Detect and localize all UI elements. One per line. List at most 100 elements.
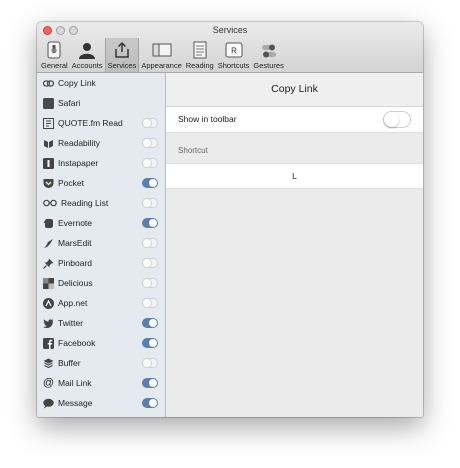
sidebar-item-label: Facebook bbox=[58, 338, 96, 348]
show-in-toolbar-label: Show in toolbar bbox=[178, 114, 237, 124]
toolbar-shortcuts[interactable]: R Shortcuts bbox=[216, 38, 252, 72]
toolbar-label: General bbox=[41, 61, 68, 70]
appearance-layout-icon bbox=[152, 41, 172, 59]
sidebar-item-mail-link[interactable]: @ Mail Link bbox=[37, 373, 165, 393]
toolbar-services[interactable]: Services bbox=[104, 38, 140, 72]
toggle-knob bbox=[149, 319, 157, 327]
services-sidebar: Copy Link Safari QUOTE.fm Read Readabili… bbox=[37, 73, 166, 417]
sidebar-item-label: Instapaper bbox=[58, 158, 99, 168]
toolbar-reading[interactable]: Reading bbox=[184, 38, 216, 72]
general-switch-icon bbox=[44, 41, 64, 59]
toggle-knob bbox=[149, 179, 157, 187]
service-toggle[interactable] bbox=[142, 318, 158, 328]
sidebar-item-label: Mail Link bbox=[58, 378, 92, 388]
show-in-toolbar-toggle[interactable] bbox=[383, 111, 411, 128]
delicious-icon bbox=[43, 277, 54, 289]
show-in-toolbar-row: Show in toolbar bbox=[166, 107, 423, 133]
detail-title: Copy Link bbox=[166, 73, 423, 107]
message-bubble-icon bbox=[43, 398, 54, 409]
window-title: Services bbox=[212, 25, 248, 35]
sidebar-item-instapaper[interactable]: Instapaper bbox=[37, 153, 165, 173]
toggle-knob bbox=[143, 279, 151, 287]
sidebar-item-label: Readability bbox=[58, 138, 101, 148]
sidebar-item-readability[interactable]: Readability bbox=[37, 133, 165, 153]
sidebar-item-copy-link[interactable]: Copy Link bbox=[37, 73, 165, 93]
gestures-switch-icon bbox=[259, 41, 279, 59]
toolbar-label: Appearance bbox=[141, 61, 182, 70]
toggle-knob bbox=[143, 139, 151, 147]
buffer-stack-icon bbox=[43, 358, 54, 369]
service-toggle[interactable] bbox=[142, 278, 158, 288]
sidebar-item-evernote[interactable]: Evernote bbox=[37, 213, 165, 233]
service-toggle[interactable] bbox=[142, 178, 158, 188]
preferences-toolbar: General Accounts Services Appearance Rea… bbox=[37, 38, 286, 72]
toolbar-label: Reading bbox=[185, 61, 214, 70]
service-toggle[interactable] bbox=[142, 358, 158, 368]
service-toggle[interactable] bbox=[142, 338, 158, 348]
sidebar-item-twitter[interactable]: Twitter bbox=[37, 313, 165, 333]
sidebar-item-label: Delicious bbox=[58, 278, 93, 288]
service-toggle[interactable] bbox=[142, 198, 158, 208]
toggle-knob bbox=[143, 259, 151, 267]
sidebar-item-facebook[interactable]: Facebook bbox=[37, 333, 165, 353]
toolbar-label: Shortcuts bbox=[217, 61, 250, 70]
toolbar-appearance[interactable]: Appearance bbox=[139, 38, 183, 72]
sidebar-item-safari[interactable]: Safari bbox=[37, 93, 165, 113]
toggle-knob bbox=[149, 399, 157, 407]
service-detail-pane: Copy Link Show in toolbar Shortcut L bbox=[166, 73, 423, 417]
service-toggle[interactable] bbox=[142, 378, 158, 388]
marsedit-rocket-icon bbox=[43, 238, 54, 249]
sidebar-item-label: MarsEdit bbox=[58, 238, 92, 248]
services-share-icon bbox=[112, 41, 132, 59]
mail-at-icon: @ bbox=[42, 376, 55, 389]
shortcut-section-label: Shortcut bbox=[178, 146, 208, 155]
service-toggle[interactable] bbox=[142, 118, 158, 128]
shortcut-value: L bbox=[292, 171, 297, 181]
sidebar-item-reading-list[interactable]: Reading List bbox=[37, 193, 165, 213]
toggle-knob bbox=[143, 299, 151, 307]
toggle-knob bbox=[143, 199, 151, 207]
service-toggle[interactable] bbox=[142, 298, 158, 308]
service-toggle[interactable] bbox=[142, 398, 158, 408]
sidebar-item-delicious[interactable]: Delicious bbox=[37, 273, 165, 293]
sidebar-item-label: Reading List bbox=[61, 198, 109, 208]
sidebar-item-pinboard[interactable]: Pinboard bbox=[37, 253, 165, 273]
toolbar-gestures[interactable]: Gestures bbox=[251, 38, 285, 72]
toolbar-label: Gestures bbox=[253, 61, 284, 70]
sidebar-item-label: Safari bbox=[58, 98, 81, 108]
sidebar-item-label: Buffer bbox=[58, 358, 81, 368]
pinboard-pin-icon bbox=[43, 258, 54, 269]
toggle-knob bbox=[384, 112, 399, 127]
toolbar-label: Accounts bbox=[71, 61, 103, 70]
sidebar-item-buffer[interactable]: Buffer bbox=[37, 353, 165, 373]
service-toggle[interactable] bbox=[142, 138, 158, 148]
sidebar-item-quotefm[interactable]: QUOTE.fm Read bbox=[37, 113, 165, 133]
sidebar-item-message[interactable]: Message bbox=[37, 393, 165, 413]
toolbar-general[interactable]: General bbox=[37, 38, 70, 72]
sidebar-item-label: Twitter bbox=[58, 318, 84, 328]
readability-icon bbox=[43, 138, 54, 149]
toggle-knob bbox=[143, 119, 151, 127]
title-bar: Services General Accounts Services Appea… bbox=[37, 22, 423, 73]
toggle-knob bbox=[143, 239, 151, 247]
reading-list-glasses-icon bbox=[43, 198, 57, 209]
service-toggle[interactable] bbox=[142, 238, 158, 248]
reading-document-icon bbox=[190, 41, 210, 59]
service-toggle[interactable] bbox=[142, 258, 158, 268]
sidebar-item-pocket[interactable]: Pocket bbox=[37, 173, 165, 193]
sidebar-item-label: QUOTE.fm Read bbox=[58, 118, 123, 128]
sidebar-item-marsedit[interactable]: MarsEdit bbox=[37, 233, 165, 253]
service-toggle[interactable] bbox=[142, 158, 158, 168]
twitter-bird-icon bbox=[43, 318, 54, 329]
sidebar-item-appnet[interactable]: App.net bbox=[37, 293, 165, 313]
accounts-person-icon bbox=[77, 41, 97, 59]
copy-link-icon bbox=[43, 78, 54, 89]
instapaper-icon bbox=[43, 157, 54, 169]
service-toggle[interactable] bbox=[142, 218, 158, 228]
toolbar-accounts[interactable]: Accounts bbox=[70, 38, 105, 72]
sidebar-item-label: App.net bbox=[58, 298, 88, 308]
appnet-icon bbox=[43, 297, 54, 309]
sidebar-item-label: Pocket bbox=[58, 178, 84, 188]
shortcut-field[interactable]: L bbox=[166, 163, 423, 189]
toggle-knob bbox=[143, 159, 151, 167]
